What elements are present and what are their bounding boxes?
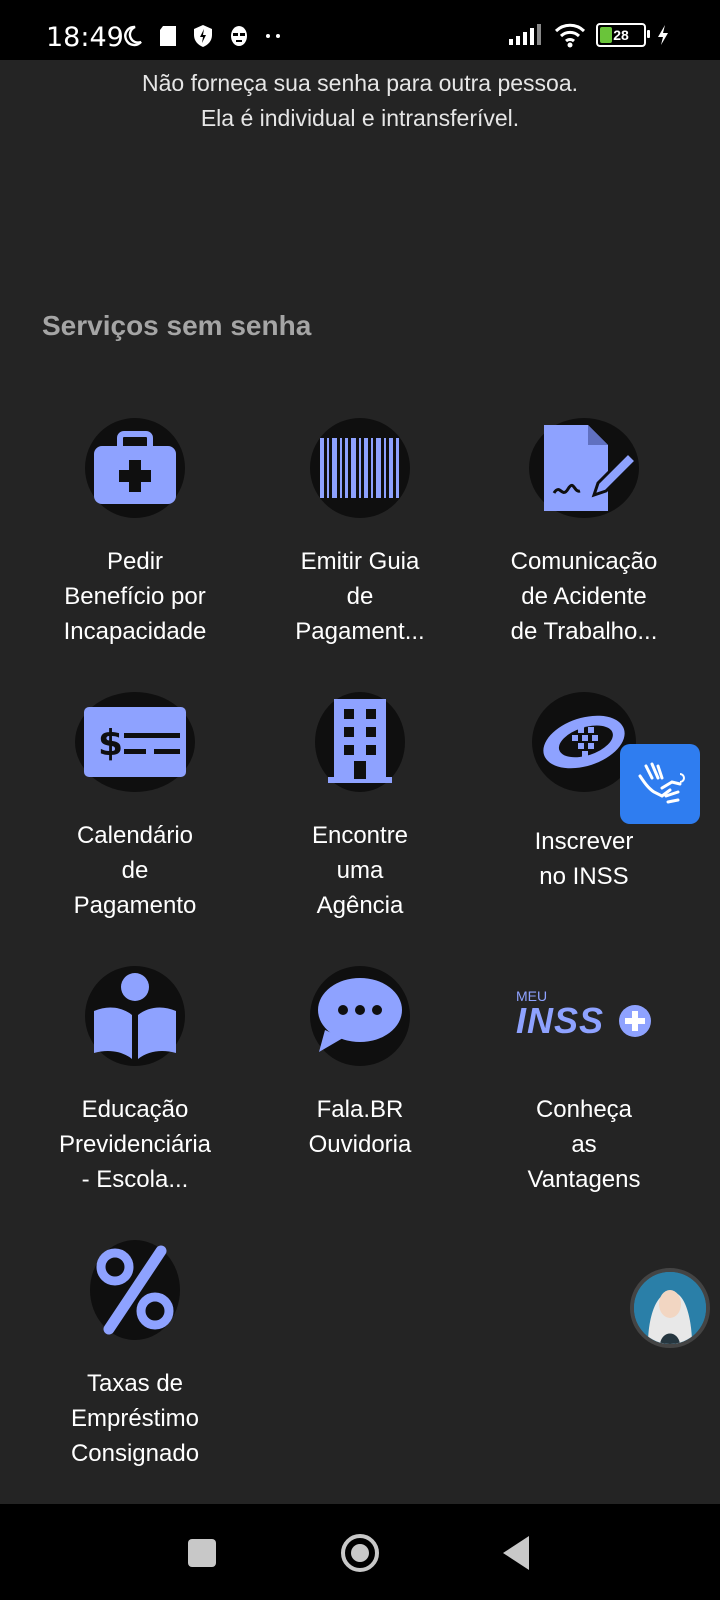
tile-emitir-guia[interactable]: Emitir Guia de Pagament... (250, 418, 470, 649)
tile-educacao-previdenciaria[interactable]: Educação Previdenciária - Escola... (25, 966, 245, 1197)
tile-label-line: uma (336, 857, 384, 884)
tile-label-line: Calendário (76, 822, 194, 849)
libras-accessibility-button[interactable] (620, 744, 700, 824)
tile-label-line: Benefício por (64, 583, 206, 610)
tile-label-line: Fala.BR (316, 1096, 404, 1123)
status-time: 18:49 (46, 22, 124, 53)
tile-label-line: - Escola... (81, 1166, 189, 1193)
warning-line-1: Não forneça sua senha para outra pessoa. (141, 70, 578, 96)
building-icon (315, 692, 405, 792)
sd-card-icon (160, 26, 176, 46)
assistant-avatar-icon (634, 1272, 706, 1344)
password-warning: Não forneça sua senha para outra pessoa.… (0, 66, 720, 136)
money-check-icon: $ (75, 692, 195, 792)
section-title: Serviços sem senha (42, 310, 312, 341)
tile-label-line: Educação (81, 1096, 189, 1123)
tile-comunicacao-acidente[interactable]: Comunicação de Acidente de Trabalho... (474, 418, 694, 649)
tile-label-line: Incapacidade (63, 618, 207, 645)
meu-inss-plus-logo: MEU INSS (474, 966, 694, 1066)
tile-label-line: Empréstimo (70, 1405, 200, 1432)
status-system-icons: 28 (508, 22, 670, 48)
tile-label-line: de Acidente (521, 583, 647, 610)
tile-label-line: de Trabalho... (510, 618, 658, 645)
status-bar: 18:49 28 (0, 0, 720, 60)
sign-language-hands-icon (638, 762, 685, 804)
tile-conheca-vantagens[interactable]: MEU INSS Conheça as Vantagens (474, 966, 694, 1197)
plus-circle-icon (619, 1005, 651, 1037)
tile-fala-br-ouvidoria[interactable]: Fala.BR Ouvidoria (250, 966, 470, 1162)
face-icon (231, 26, 247, 46)
navigation-bar (0, 1504, 720, 1600)
tile-label-line: Pagament... (295, 618, 425, 645)
shield-icon (194, 25, 212, 47)
battery-icon: 28 (596, 23, 650, 47)
tile-label-line: Pedir (106, 548, 164, 575)
home-button[interactable] (341, 1534, 379, 1572)
svg-text:$: $ (98, 723, 123, 764)
tile-label-line: Ouvidoria (308, 1131, 412, 1158)
status-notification-icons (120, 24, 284, 48)
assistant-avatar-button[interactable] (630, 1268, 710, 1348)
barcode-icon (310, 418, 410, 518)
tile-label-line: as (571, 1131, 597, 1158)
signal-icon (509, 24, 541, 45)
warning-line-2: Ela é individual e intransferível. (200, 105, 520, 131)
moon-icon (124, 25, 142, 47)
medical-kit-icon (85, 418, 185, 518)
more-dots-icon (266, 34, 280, 38)
tile-label-line: Pagamento (73, 892, 197, 919)
document-sign-icon (529, 418, 639, 518)
back-button[interactable] (503, 1536, 529, 1570)
tile-label-line: de (346, 583, 374, 610)
tile-label-line: Taxas de (86, 1370, 184, 1397)
tile-label-line: Encontre (311, 822, 409, 849)
tile-label-line: Inscrever (534, 828, 634, 855)
tile-label-line: Vantagens (527, 1166, 641, 1193)
tile-calendario-pagamento[interactable]: $ Calendário de Pagamento (25, 692, 245, 923)
tile-label-line: de (121, 857, 149, 884)
recent-apps-button[interactable] (188, 1539, 216, 1567)
wifi-icon (554, 23, 586, 48)
tile-encontre-agencia[interactable]: Encontre uma Agência (250, 692, 470, 923)
tile-label-line: Comunicação (510, 548, 658, 575)
tile-pedir-beneficio[interactable]: Pedir Benefício por Incapacidade (25, 418, 245, 649)
battery-level: 28 (613, 27, 629, 43)
tile-label-line: Conheça (535, 1096, 633, 1123)
tile-label-line: no INSS (539, 863, 629, 890)
logo-big-text: INSS (516, 1000, 605, 1041)
tile-taxas-emprestimo[interactable]: Taxas de Empréstimo Consignado (25, 1240, 245, 1471)
tile-label-line: Agência (316, 892, 404, 919)
tile-label-line: Previdenciária (58, 1131, 212, 1158)
tile-label-line: Emitir Guia (300, 548, 420, 575)
tile-label-line: Consignado (70, 1440, 200, 1467)
percent-icon (90, 1240, 180, 1340)
charging-icon (658, 25, 668, 45)
chat-bubble-icon (310, 966, 410, 1066)
education-icon (85, 966, 185, 1066)
